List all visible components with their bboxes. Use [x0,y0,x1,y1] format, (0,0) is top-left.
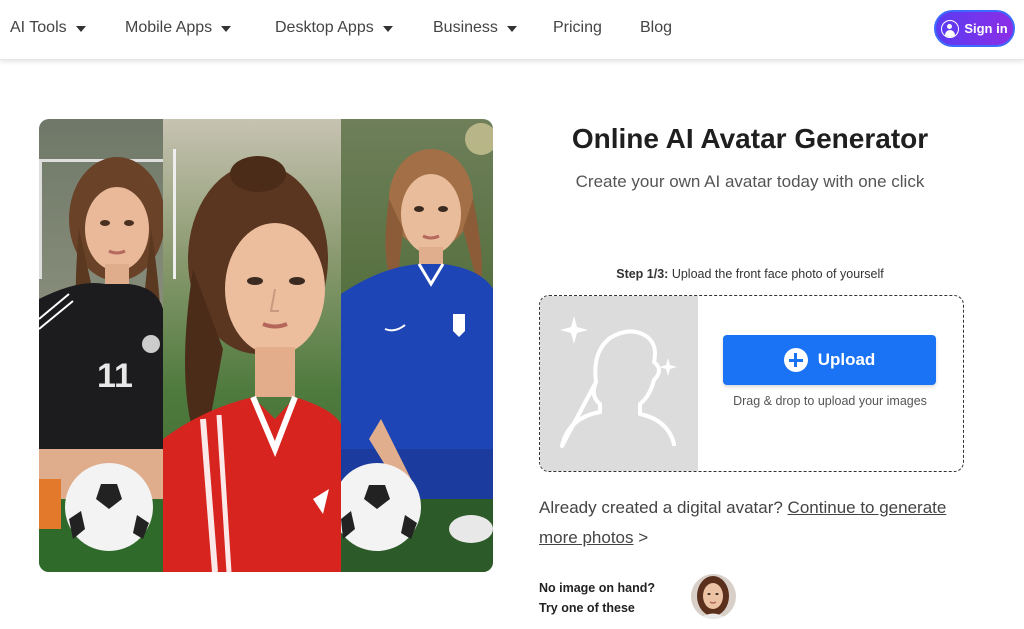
upload-label: Upload [817,350,876,369]
continue-chevron: > [633,528,649,547]
already-text: Already created a digital avatar? [539,498,788,517]
step-text: Upload the front face photo of yourself [668,267,884,281]
svg-text:11: 11 [97,357,133,395]
step-instruction: Step 1/3: Upload the front face photo of… [520,267,980,281]
caret-down-icon [506,25,517,32]
nav-label: Blog [640,19,673,36]
sign-in-button[interactable]: Sign in [934,10,1015,47]
upload-dropzone[interactable]: Upload Drag & drop to upload your images [539,295,964,472]
no-image-line2: Try one of these [539,601,635,615]
nav-label: Desktop Apps [275,19,374,36]
nav-blog[interactable]: Blog [640,19,672,37]
nav-label: Pricing [553,19,602,36]
nav-mobile-apps[interactable]: Mobile Apps [125,19,232,37]
user-icon [941,19,960,38]
portrait-black-jersey: 11 [39,119,163,572]
face-placeholder-image [540,296,698,471]
caret-down-icon [75,25,86,32]
step-label: Step 1/3: [616,267,669,281]
caret-down-icon [382,25,393,32]
page-title: Online AI Avatar Generator [571,123,929,154]
person-silhouette-icon [560,316,677,448]
hero-image: 11 [39,119,493,572]
sign-in-label: Sign in [964,21,1008,36]
no-image-prompt: No image on hand? Try one of these [539,578,655,618]
nav-desktop-apps[interactable]: Desktop Apps [275,19,393,37]
portrait-blue-jersey [341,119,493,572]
already-created-text: Already created a digital avatar? Contin… [539,493,979,553]
nav-label: AI Tools [10,19,67,36]
plus-circle-icon [783,348,808,372]
nav-business[interactable]: Business [433,19,517,37]
nav-pricing[interactable]: Pricing [553,19,602,37]
no-image-line1: No image on hand? [539,581,655,595]
top-nav: AI Tools Mobile Apps Desktop Apps Busine… [0,0,1024,60]
upload-button[interactable]: Upload [723,335,936,385]
caret-down-icon [221,25,232,32]
nav-label: Business [433,19,498,36]
nav-label: Mobile Apps [125,19,213,36]
portrait-red-jersey [163,119,341,572]
page-subtitle: Create your own AI avatar today with one… [575,172,925,191]
drag-drop-hint: Drag & drop to upload your images [733,394,927,408]
nav-ai-tools[interactable]: AI Tools [10,19,86,37]
sample-avatar-thumbnail[interactable] [691,574,736,619]
